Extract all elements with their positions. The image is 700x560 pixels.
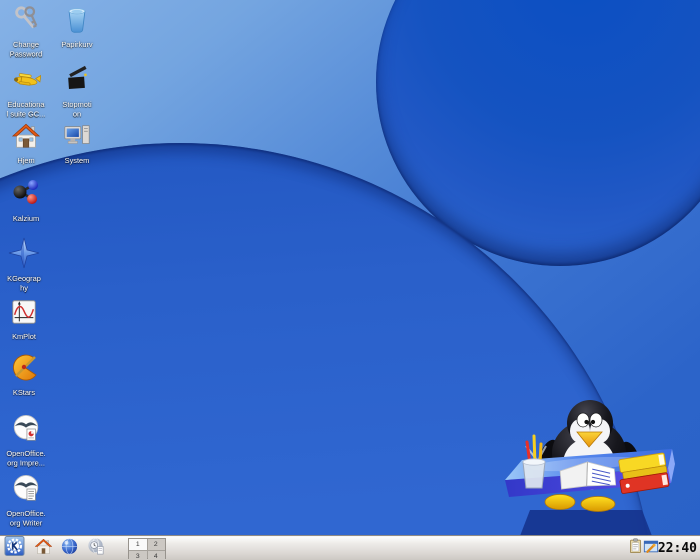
taskbar-clock[interactable]: 22:40 [657, 539, 697, 558]
biplane-icon [11, 65, 42, 100]
globe-icon [60, 537, 79, 560]
home-icon [34, 537, 53, 560]
globe-clock-icon [87, 537, 106, 560]
pager-number: 3 [135, 552, 140, 560]
writer-icon [11, 474, 41, 509]
web-profile-button[interactable] [85, 537, 107, 560]
clipboard-icon [628, 537, 643, 560]
web-browser-button[interactable] [58, 538, 80, 559]
desktop-icon-kmplot[interactable]: KmPlot [0, 300, 50, 346]
function-plot-icon [9, 297, 39, 332]
icon-label: Papirkurv [61, 41, 93, 50]
compass-star-icon [8, 237, 40, 274]
klipper-tray-icon[interactable] [628, 537, 643, 560]
clapperboard-icon [62, 65, 92, 100]
clock-time: 22:40 [657, 541, 697, 556]
desktop-icon-kalzium[interactable]: Kalzium [0, 180, 52, 228]
star-chart-icon [8, 351, 40, 388]
desktop: Change Password Papirkurv Educationa l s… [0, 0, 700, 560]
icon-label: Stopmoti on [62, 101, 92, 119]
house-icon [11, 121, 41, 156]
home-button[interactable] [32, 538, 54, 559]
desktop-icon-stopmotion[interactable]: Stopmoti on [51, 65, 103, 126]
icon-label: KStars [12, 389, 36, 398]
desktop-icon-trash[interactable]: Papirkurv [51, 8, 103, 54]
desktop-icon-kstars[interactable]: KStars [0, 354, 50, 402]
pager-number: 2 [154, 540, 159, 549]
kde-menu-icon [4, 536, 25, 560]
desktop-icon-kgeography[interactable]: KGeograp hy [0, 237, 50, 300]
keys-icon [11, 5, 41, 40]
molecule-icon [10, 177, 42, 214]
pager-desktop-2[interactable]: 2 [147, 539, 165, 550]
desktop-tool-tray-icon[interactable] [643, 539, 658, 558]
pager-desktop-1[interactable]: 1 [129, 539, 147, 550]
icon-label: Hjem [17, 157, 35, 166]
tux-penguin-artwork [505, 400, 675, 536]
desktop-icon-educational-suite[interactable]: Educationa l suite GC... [0, 68, 52, 126]
pager-desktop-4[interactable]: 4 [147, 551, 165, 560]
desktop-icon-home[interactable]: Hjem [0, 121, 52, 170]
pager-number: 4 [154, 552, 159, 560]
desktop-icon-ooo-impress[interactable]: OpenOffice. org Impre... [0, 414, 52, 475]
desktop-icon-ooo-writer[interactable]: OpenOffice. org Writer [0, 474, 52, 535]
icon-label: OpenOffice. org Writer [6, 510, 46, 528]
icon-label: System [64, 157, 90, 166]
icon-label: Kalzium [12, 215, 40, 224]
computer-icon [62, 121, 92, 156]
trash-icon [63, 5, 91, 40]
icon-label: KmPlot [12, 333, 36, 342]
desktop-icon-system[interactable]: System [51, 124, 103, 170]
pager-desktop-3[interactable]: 3 [129, 551, 147, 560]
icon-label: KGeograp hy [7, 275, 41, 293]
pager-number: 1 [135, 540, 140, 549]
desktop-pager: 1 2 3 4 [128, 538, 166, 560]
icon-label: OpenOffice. org Impre... [6, 450, 46, 468]
taskbar: 1 2 3 4 22:40 [0, 536, 700, 560]
impress-icon [11, 414, 41, 449]
desktop-icon-change-password[interactable]: Change Password [0, 5, 52, 66]
kde-menu-button[interactable] [3, 536, 25, 560]
icon-label: Educationa l suite GC... [6, 101, 46, 119]
icon-label: Change Password [9, 41, 43, 59]
